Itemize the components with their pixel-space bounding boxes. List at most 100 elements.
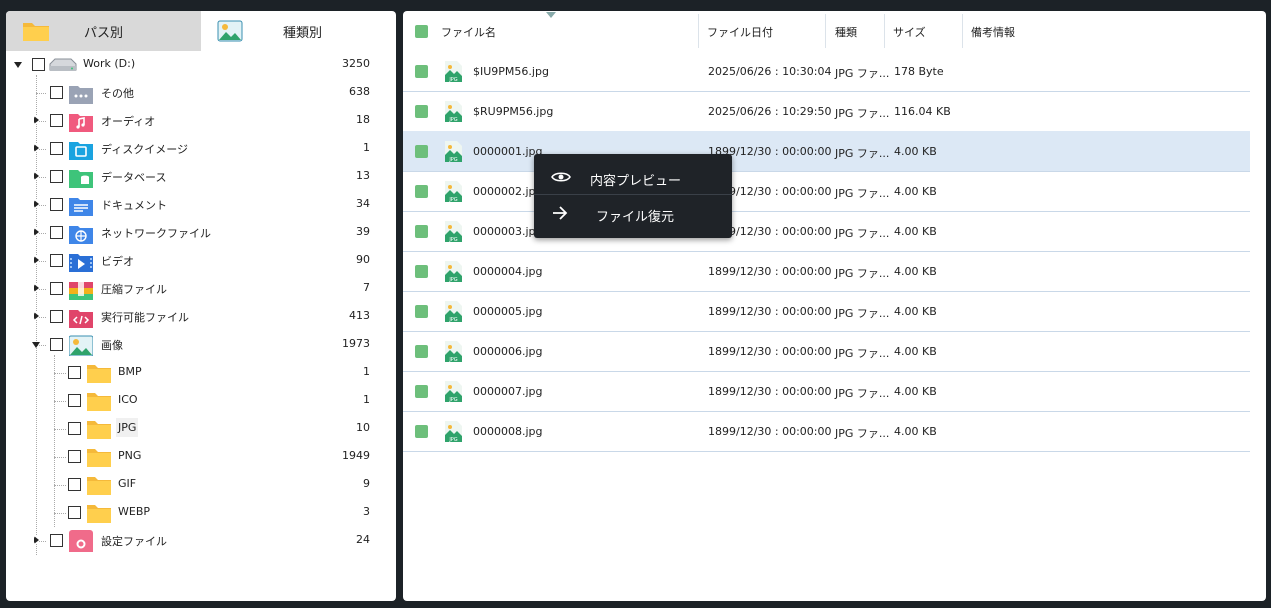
checkbox[interactable] xyxy=(50,282,63,295)
table-row[interactable]: JPG $IU9PM56.jpg 2025/06/26 : 10:30:04 J… xyxy=(403,51,1250,92)
collapse-arrow-icon[interactable] xyxy=(32,342,40,348)
checkbox[interactable] xyxy=(50,142,63,155)
menu-item-recover[interactable]: ファイル復元 xyxy=(534,196,732,232)
expand-arrow-icon[interactable] xyxy=(34,200,39,208)
tree-guide-line xyxy=(54,457,66,458)
expand-arrow-icon[interactable] xyxy=(34,144,39,152)
tree-node-category[interactable]: データベース 13 xyxy=(6,163,396,191)
row-checkbox[interactable] xyxy=(415,425,428,438)
tree-node-image-format[interactable]: GIF 9 xyxy=(6,471,396,499)
file-date: 1899/12/30 : 00:00:00 xyxy=(708,345,832,358)
table-row[interactable]: JPG 0000004.jpg 1899/12/30 : 00:00:00 JP… xyxy=(403,251,1250,292)
database-icon xyxy=(69,166,93,188)
tree-node-category[interactable]: ビデオ 90 xyxy=(6,247,396,275)
tree-node-count: 18 xyxy=(356,113,370,126)
table-row[interactable]: JPG 0000008.jpg 1899/12/30 : 00:00:00 JP… xyxy=(403,411,1250,452)
file-name: 0000001.jpg xyxy=(473,145,543,158)
tree-node-category[interactable]: その他 638 xyxy=(6,79,396,107)
checkbox[interactable] xyxy=(50,254,63,267)
expand-arrow-icon[interactable] xyxy=(34,536,39,544)
expand-arrow-icon[interactable] xyxy=(34,312,39,320)
tree-node-category[interactable]: オーディオ 18 xyxy=(6,107,396,135)
checkbox[interactable] xyxy=(50,114,63,127)
expand-arrow-icon[interactable] xyxy=(34,116,39,124)
select-all-checkbox[interactable] xyxy=(415,25,428,38)
tree-node-category[interactable]: 画像 1973 xyxy=(6,331,396,359)
tree-node-root[interactable]: Work (D:) 3250 xyxy=(6,51,396,79)
checkbox[interactable] xyxy=(68,478,81,491)
expand-arrow-icon[interactable] xyxy=(34,172,39,180)
tree-node-image-format[interactable]: ICO 1 xyxy=(6,387,396,415)
file-date: 2025/06/26 : 10:30:04 xyxy=(708,65,832,78)
checkbox[interactable] xyxy=(50,338,63,351)
expand-arrow-icon[interactable] xyxy=(34,228,39,236)
checkbox[interactable] xyxy=(32,58,45,71)
tree-node-image-format[interactable]: BMP 1 xyxy=(6,359,396,387)
row-checkbox[interactable] xyxy=(415,305,428,318)
sort-caret-icon[interactable] xyxy=(546,12,556,18)
category-panel: パス別 種類別 Work (D:) 3250 その他 638 オーディオ 18 … xyxy=(6,11,396,601)
menu-item-preview[interactable]: 内容プレビュー xyxy=(534,160,732,196)
column-divider[interactable] xyxy=(962,14,963,48)
column-divider[interactable] xyxy=(698,14,699,48)
folder-icon xyxy=(86,418,112,440)
table-row[interactable]: JPG 0000006.jpg 1899/12/30 : 00:00:00 JP… xyxy=(403,331,1250,372)
tree-node-label: データベース xyxy=(101,171,167,184)
row-checkbox[interactable] xyxy=(415,385,428,398)
window-top-bar xyxy=(0,0,1271,10)
column-divider[interactable] xyxy=(884,14,885,48)
row-checkbox[interactable] xyxy=(415,105,428,118)
tab-by-type[interactable]: 種類別 xyxy=(201,11,396,51)
tab-by-path[interactable]: パス別 xyxy=(6,11,201,51)
tree-node-label: BMP xyxy=(118,365,142,378)
column-header-date[interactable]: ファイル日付 xyxy=(707,24,773,40)
tree-node-label: PNG xyxy=(118,449,142,462)
checkbox[interactable] xyxy=(68,506,81,519)
table-row[interactable]: JPG 0000007.jpg 1899/12/30 : 00:00:00 JP… xyxy=(403,371,1250,412)
jpg-file-icon: JPG xyxy=(445,221,462,243)
tree-node-image-format[interactable]: JPG 10 xyxy=(6,415,396,443)
tree-node-category[interactable]: ドキュメント 34 xyxy=(6,191,396,219)
table-row[interactable]: JPG $RU9PM56.jpg 2025/06/26 : 10:29:50 J… xyxy=(403,91,1250,132)
executable-icon xyxy=(69,306,93,328)
column-header-type[interactable]: 種類 xyxy=(835,24,857,40)
eye-icon xyxy=(551,170,571,187)
checkbox[interactable] xyxy=(68,422,81,435)
column-divider[interactable] xyxy=(825,14,826,48)
table-row[interactable]: JPG 0000005.jpg 1899/12/30 : 00:00:00 JP… xyxy=(403,291,1250,332)
checkbox[interactable] xyxy=(50,310,63,323)
row-checkbox[interactable] xyxy=(415,265,428,278)
row-checkbox[interactable] xyxy=(415,65,428,78)
menu-divider xyxy=(534,194,732,195)
row-checkbox[interactable] xyxy=(415,225,428,238)
checkbox[interactable] xyxy=(68,366,81,379)
checkbox[interactable] xyxy=(50,198,63,211)
row-checkbox[interactable] xyxy=(415,145,428,158)
row-checkbox[interactable] xyxy=(415,185,428,198)
column-header-note[interactable]: 備考情報 xyxy=(971,24,1015,40)
table-header: ファイル名 ファイル日付 種類 サイズ 備考情報 xyxy=(403,11,1266,51)
collapse-arrow-icon[interactable] xyxy=(14,62,22,68)
tree-node-category[interactable]: 圧縮ファイル 7 xyxy=(6,275,396,303)
tree-node-image-format[interactable]: WEBP 3 xyxy=(6,499,396,527)
checkbox[interactable] xyxy=(68,450,81,463)
tree-node-image-format[interactable]: PNG 1949 xyxy=(6,443,396,471)
row-checkbox[interactable] xyxy=(415,345,428,358)
table-row[interactable]: JPG 0000002.jpg 1899/12/30 : 00:00:00 JP… xyxy=(403,171,1250,212)
column-header-size[interactable]: サイズ xyxy=(893,24,926,40)
checkbox[interactable] xyxy=(50,534,63,547)
tree-node-category[interactable]: 実行可能ファイル 413 xyxy=(6,303,396,331)
checkbox[interactable] xyxy=(50,170,63,183)
expand-arrow-icon[interactable] xyxy=(34,256,39,264)
table-row[interactable]: JPG 0000003.jpg 1899/12/30 : 00:00:00 JP… xyxy=(403,211,1250,252)
checkbox[interactable] xyxy=(50,86,63,99)
checkbox[interactable] xyxy=(50,226,63,239)
tree-node-category[interactable]: ネットワークファイル 39 xyxy=(6,219,396,247)
column-header-name[interactable]: ファイル名 xyxy=(441,24,496,40)
jpg-badge: JPG xyxy=(448,117,457,122)
expand-arrow-icon[interactable] xyxy=(34,284,39,292)
tree-node-settings[interactable]: 設定ファイル 24 xyxy=(6,527,396,555)
tree-node-category[interactable]: ディスクイメージ 1 xyxy=(6,135,396,163)
checkbox[interactable] xyxy=(68,394,81,407)
table-row[interactable]: JPG 0000001.jpg 1899/12/30 : 00:00:00 JP… xyxy=(403,131,1250,172)
